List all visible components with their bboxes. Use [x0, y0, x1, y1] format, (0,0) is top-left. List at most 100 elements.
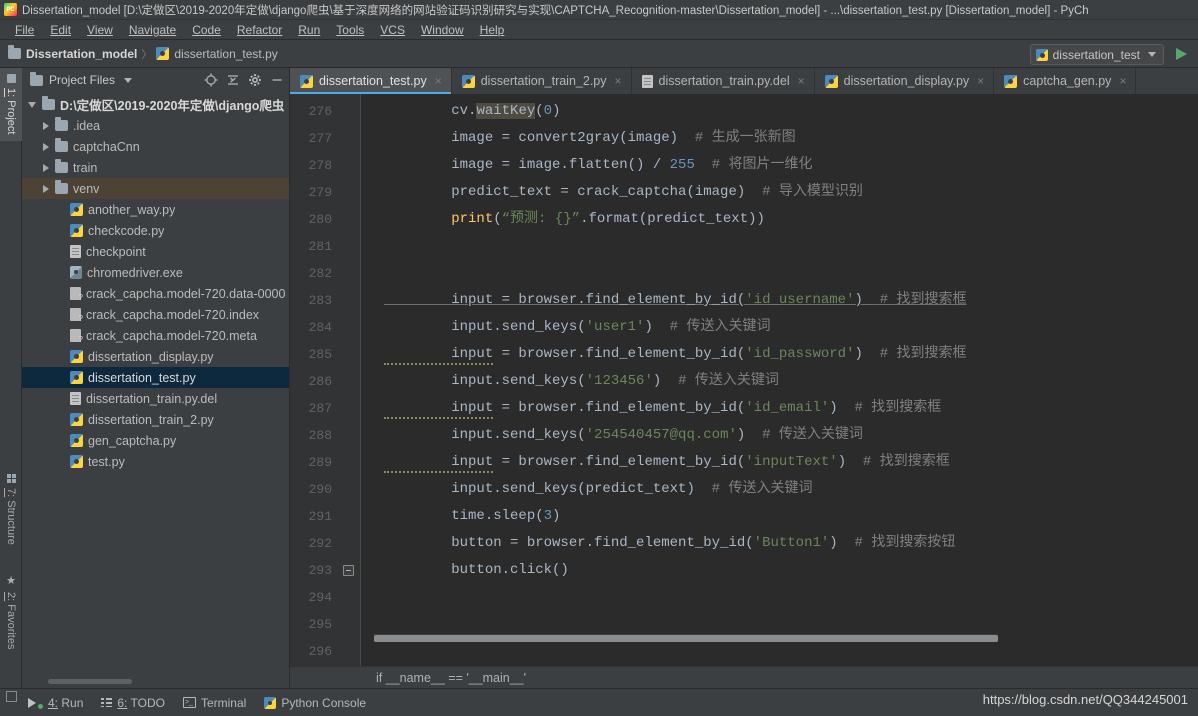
- tree-row[interactable]: gen_captcha.py: [22, 430, 289, 451]
- tree-row[interactable]: checkcode.py: [22, 220, 289, 241]
- code-line: predict_text = crack_captcha(image) # 导入…: [361, 179, 1198, 206]
- minimize-icon[interactable]: [269, 72, 285, 88]
- code-token: 0: [543, 103, 553, 119]
- run-button[interactable]: [1172, 45, 1190, 63]
- code-token: “预测: {}”: [501, 211, 581, 227]
- tree-row[interactable]: train: [22, 157, 289, 178]
- tree-row[interactable]: checkpoint: [22, 241, 289, 262]
- code-fold-icon[interactable]: [343, 565, 354, 576]
- sidebar-item-project[interactable]: 1: Project: [0, 68, 22, 141]
- code-token: image = image.flatten() /: [384, 157, 670, 173]
- editor-horizontal-scrollbar[interactable]: [374, 634, 998, 642]
- tree-row-label: dissertation_train.py.del: [86, 391, 218, 406]
- code-token: '123456': [585, 373, 653, 389]
- tree-row-label: train: [73, 160, 98, 175]
- tree-row[interactable]: chromedriver.exe: [22, 262, 289, 283]
- menu-item-run[interactable]: Run: [290, 21, 328, 39]
- tree-row[interactable]: dissertation_display.py: [22, 346, 289, 367]
- breadcrumb-project[interactable]: Dissertation_model: [8, 45, 137, 61]
- code-token: 3: [543, 508, 553, 524]
- menu-item-help[interactable]: Help: [472, 21, 513, 39]
- tree-row[interactable]: crack_capcha.model-720.meta: [22, 325, 289, 346]
- close-icon[interactable]: ×: [435, 74, 442, 88]
- sidebar-item-favorites[interactable]: ★ 2: Favorites: [0, 568, 22, 656]
- editor-tab[interactable]: dissertation_test.py ×: [290, 68, 452, 94]
- tree-row[interactable]: venv: [22, 178, 289, 199]
- close-icon[interactable]: ×: [1119, 74, 1126, 88]
- code-breadcrumb-label[interactable]: if __name__ == '__main__': [376, 671, 526, 685]
- tree-row[interactable]: crack_capcha.model-720.data-0000: [22, 283, 289, 304]
- menu-item-view[interactable]: View: [79, 21, 121, 39]
- code-editor[interactable]: 276 277 278 279 280 281 282 283 284 285 286 287 288 2…: [290, 94, 1198, 666]
- tree-row[interactable]: captchaCnn: [22, 136, 289, 157]
- editor-tab[interactable]: dissertation_train_2.py ×: [452, 68, 632, 94]
- tree-row[interactable]: test.py: [22, 451, 289, 472]
- status-todo-num: 6:: [117, 695, 128, 710]
- code-token: input.send_keys(: [384, 319, 586, 335]
- gear-icon[interactable]: [247, 72, 263, 88]
- editor-tab[interactable]: dissertation_display.py ×: [815, 68, 995, 94]
- menu-item-navigate[interactable]: Navigate: [121, 21, 184, 39]
- chevron-right-icon[interactable]: [43, 121, 49, 130]
- editor-tab[interactable]: captcha_gen.py ×: [994, 68, 1137, 94]
- line-number: 278: [308, 158, 332, 173]
- tree-row[interactable]: dissertation_train.py.del: [22, 388, 289, 409]
- breadcrumb-file[interactable]: dissertation_test.py: [156, 47, 278, 61]
- run-icon: [28, 697, 36, 708]
- code-token: 'Button1': [753, 535, 830, 551]
- menu-item-tools[interactable]: Tools: [328, 21, 372, 39]
- code-token: ): [854, 346, 880, 362]
- chevron-down-icon[interactable]: [28, 101, 36, 108]
- menu-item-file[interactable]: File: [7, 21, 42, 39]
- close-icon[interactable]: ×: [977, 74, 984, 88]
- menu-item-refactor[interactable]: Refactor: [229, 21, 290, 39]
- toolstrip-structure-label: Structure: [5, 500, 17, 545]
- tree-row[interactable]: crack_capcha.model-720.index: [22, 304, 289, 325]
- menu-label-edit: Edit: [50, 22, 72, 37]
- status-todo-label: TODO: [130, 695, 165, 710]
- status-item-python-console[interactable]: Python Console: [264, 696, 366, 710]
- status-run-label: Run: [61, 695, 84, 710]
- python-file-icon: [70, 413, 83, 426]
- tree-row-label: test.py: [88, 454, 125, 469]
- chevron-down-icon[interactable]: [124, 77, 133, 83]
- menu-item-edit[interactable]: Edit: [42, 21, 79, 39]
- python-file-icon: [70, 224, 83, 237]
- chevron-right-icon[interactable]: [43, 184, 49, 193]
- menu-item-vcs[interactable]: VCS: [372, 21, 413, 39]
- code-content[interactable]: cv.waitKey(0) image = convert2gray(image…: [361, 94, 1198, 666]
- editor-tab[interactable]: dissertation_train.py.del ×: [632, 68, 815, 94]
- locate-target-icon[interactable]: [203, 72, 219, 88]
- tree-row[interactable]: .idea: [22, 115, 289, 136]
- status-item-run[interactable]: 4: Run: [28, 696, 83, 710]
- menu-item-window[interactable]: Window: [413, 21, 472, 39]
- sidebar-item-structure[interactable]: 7: Structure: [0, 468, 22, 551]
- code-token: print: [451, 211, 494, 227]
- status-item-todo[interactable]: 6: TODO: [101, 696, 165, 710]
- code-token: 255: [669, 157, 695, 173]
- close-icon[interactable]: ×: [615, 74, 622, 88]
- tree-row-label: crack_capcha.model-720.data-0000: [86, 286, 285, 301]
- close-icon[interactable]: ×: [798, 74, 805, 88]
- python-console-icon: [264, 696, 277, 709]
- chevron-right-icon[interactable]: [43, 163, 49, 172]
- tree-row[interactable]: D:\定做区\2019-2020年定做\django爬虫: [22, 94, 289, 115]
- tree-row[interactable]: dissertation_test.py: [22, 367, 289, 388]
- code-token: # 找到搜索框: [879, 346, 967, 362]
- run-configuration-selector[interactable]: dissertation_test: [1029, 44, 1164, 65]
- tree-row[interactable]: another_way.py: [22, 199, 289, 220]
- chevron-right-icon[interactable]: [43, 142, 49, 151]
- menu-item-code[interactable]: Code: [184, 21, 229, 39]
- tree-row[interactable]: dissertation_train_2.py: [22, 409, 289, 430]
- scrollbar-thumb[interactable]: [374, 635, 998, 642]
- project-file-tree[interactable]: D:\定做区\2019-2020年定做\django爬虫 .idea captcha…: [22, 92, 289, 688]
- menu-label-code: Code: [192, 22, 221, 37]
- code-token: input: [384, 346, 494, 365]
- collapse-all-icon[interactable]: [225, 72, 241, 88]
- status-item-terminal[interactable]: Terminal: [182, 696, 246, 710]
- menu-bar: File Edit View Navigate Code Refactor Ru…: [0, 20, 1198, 40]
- project-horizontal-scrollbar[interactable]: [48, 679, 132, 684]
- code-line: input = browser.find_element_by_id('id_e…: [361, 395, 1198, 422]
